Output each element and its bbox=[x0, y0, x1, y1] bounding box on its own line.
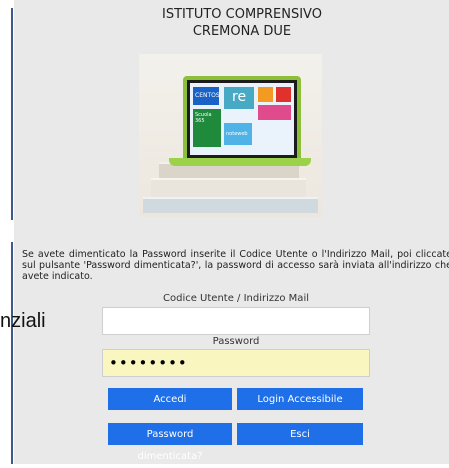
institute-title: ISTITUTO COMPRENSIVO CREMONA DUE bbox=[132, 6, 352, 40]
hero-image: CENTOS re Scuola 365 noteweb bbox=[139, 54, 322, 217]
password-field-label: Password bbox=[212, 336, 260, 347]
laptop-screen: CENTOS re Scuola 365 noteweb bbox=[183, 76, 301, 162]
app-tile: CENTOS bbox=[193, 87, 220, 105]
app-tile-label: CENTOS bbox=[195, 92, 220, 99]
app-tile-label: noteweb bbox=[226, 131, 248, 137]
laptop-base bbox=[169, 158, 311, 166]
password-input[interactable]: •••••••• bbox=[102, 349, 370, 377]
login-panel: ISTITUTO COMPRENSIVO CREMONA DUE CENTOS … bbox=[14, 0, 449, 464]
laptop-display: CENTOS re Scuola 365 noteweb bbox=[190, 83, 294, 155]
institute-title-line1: ISTITUTO COMPRENSIVO bbox=[162, 7, 322, 22]
app-tile: re bbox=[224, 87, 254, 109]
app-tile: Scuola 365 bbox=[193, 109, 221, 147]
login-button[interactable]: Accedi bbox=[108, 388, 232, 410]
instructions-text: Se avete dimenticato la Password inserit… bbox=[22, 249, 449, 282]
app-tile bbox=[258, 87, 273, 102]
accessible-login-button[interactable]: Login Accessibile bbox=[237, 388, 363, 410]
overlapping-text: nziali bbox=[0, 310, 46, 332]
user-code-input[interactable] bbox=[102, 307, 370, 335]
app-tile-label: re bbox=[232, 89, 247, 105]
app-tile bbox=[276, 87, 291, 102]
app-tile-label: Scuola 365 bbox=[195, 112, 212, 124]
left-accent-rail bbox=[11, 242, 13, 464]
left-accent-rail bbox=[11, 8, 13, 220]
user-field-label: Codice Utente / Indirizzo Mail bbox=[163, 293, 309, 304]
book-stack bbox=[143, 197, 318, 213]
app-tile: noteweb bbox=[224, 123, 252, 145]
app-tile bbox=[258, 105, 291, 120]
exit-button[interactable]: Esci bbox=[237, 423, 363, 445]
institute-title-line2: CREMONA DUE bbox=[192, 24, 292, 39]
forgot-password-button[interactable]: Password dimenticata? bbox=[108, 423, 232, 462]
password-mask: •••••••• bbox=[109, 354, 188, 372]
